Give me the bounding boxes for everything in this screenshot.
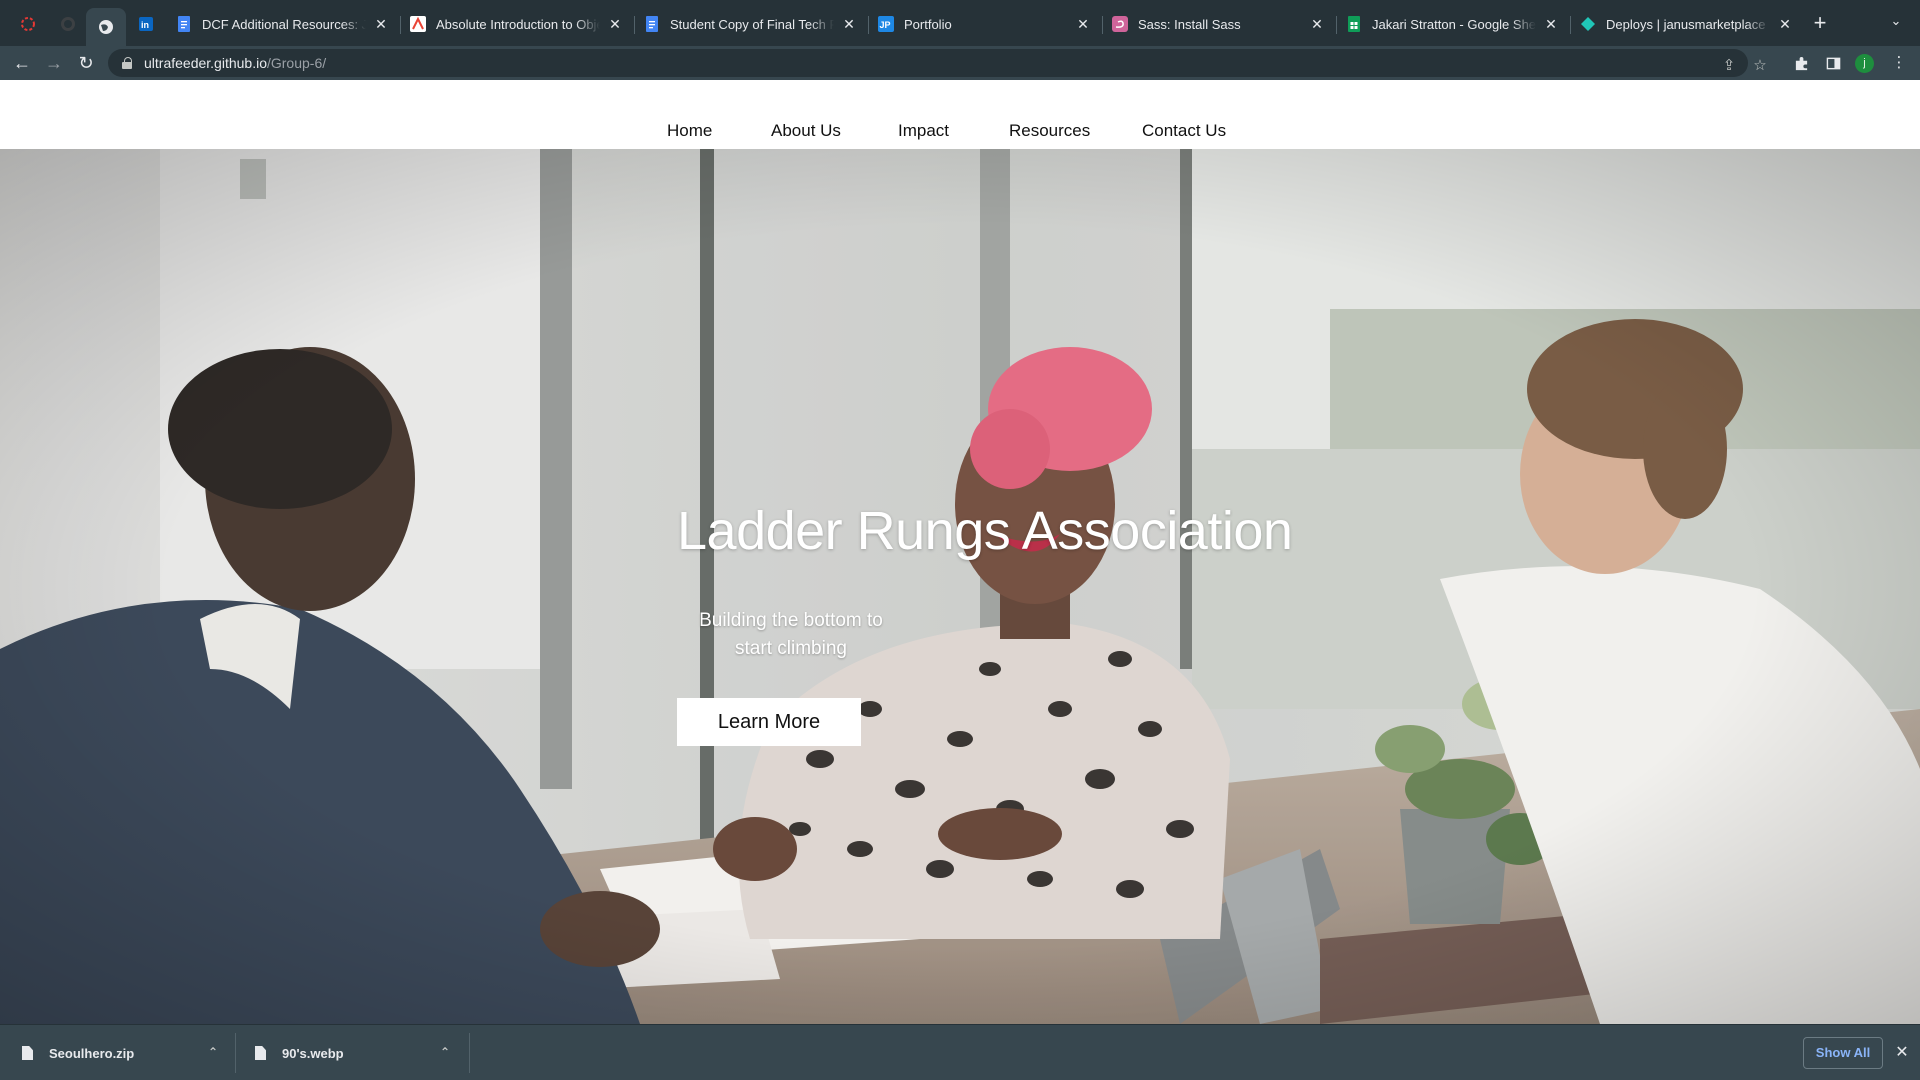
google-docs-icon <box>176 16 192 32</box>
pdf-icon <box>410 16 426 32</box>
close-icon[interactable]: ✕ <box>1892 1041 1912 1065</box>
site-nav: Home About Us Impact Resources Contact U… <box>0 80 1920 149</box>
share-icon[interactable]: ⇪ <box>1715 52 1743 80</box>
pinned-tab-opera[interactable] <box>8 9 48 39</box>
pinned-tab-github[interactable] <box>48 9 88 39</box>
tab-title: Deploys | janusmarketplace <box>1606 16 1766 32</box>
tab-title: Sass: Install Sass <box>1138 16 1241 32</box>
download-filename: Seoulhero.zip <box>49 1045 135 1061</box>
tab-absolute-intro[interactable]: Absolute Introduction to Obje ✕ <box>400 8 634 40</box>
svg-text:in: in <box>141 20 149 30</box>
file-icon <box>22 1046 33 1060</box>
chevron-up-icon[interactable]: ⌃ <box>440 1045 450 1059</box>
pinned-tab-active[interactable] <box>86 8 126 46</box>
nav-contact-us[interactable]: Contact Us <box>1142 121 1226 141</box>
download-item[interactable]: Seoulhero.zip ⌃ <box>22 1025 222 1080</box>
download-item[interactable]: 90's.webp ⌃ <box>255 1025 455 1080</box>
url-path: /Group-6/ <box>266 55 327 71</box>
tab-dcf-resources[interactable]: DCF Additional Resources: Ja ✕ <box>166 8 400 40</box>
kebab-menu-icon[interactable]: ⋮ <box>1885 49 1913 77</box>
tab-title: Student Copy of Final Tech Pr <box>670 16 834 32</box>
tab-student-copy[interactable]: Student Copy of Final Tech Pr ✕ <box>634 8 868 40</box>
show-all-button[interactable]: Show All <box>1803 1037 1883 1069</box>
tab-title: Portfolio <box>904 16 952 32</box>
download-shelf: Seoulhero.zip ⌃ 90's.webp ⌃ Show All ✕ <box>0 1024 1920 1080</box>
tab-close-icon[interactable]: ✕ <box>1542 16 1560 33</box>
lock-icon[interactable] <box>122 57 132 69</box>
learn-more-button[interactable]: Learn More <box>677 698 861 746</box>
jp-icon: JP <box>878 16 894 32</box>
browser-toolbar: ← → ↻ ultrafeeder.github.io/Group-6/ ⇪ ☆… <box>0 46 1920 80</box>
linkedin-icon: in <box>139 17 153 31</box>
side-panel-icon[interactable] <box>1819 49 1847 77</box>
tab-google-sheet[interactable]: Jakari Stratton - Google Shee ✕ <box>1336 8 1570 40</box>
tab-search-chevron-icon[interactable]: ⌄ <box>1884 13 1908 35</box>
nav-impact[interactable]: Impact <box>898 121 949 141</box>
svg-text:JP: JP <box>880 20 891 30</box>
url-host: ultrafeeder.github.io <box>144 55 267 71</box>
download-filename: 90's.webp <box>282 1045 344 1061</box>
new-tab-button[interactable]: + <box>1806 11 1834 37</box>
netlify-icon <box>1580 16 1596 32</box>
tab-title: Jakari Stratton - Google Shee <box>1372 16 1536 32</box>
extensions-puzzle-icon[interactable] <box>1787 49 1815 77</box>
google-sheets-icon <box>1346 16 1362 32</box>
bookmark-star-icon[interactable]: ☆ <box>1746 52 1774 80</box>
reload-icon[interactable]: ↻ <box>72 49 100 77</box>
tab-close-icon[interactable]: ✕ <box>1308 16 1326 33</box>
nav-resources[interactable]: Resources <box>1009 121 1090 141</box>
hero-title: Ladder Rungs Association <box>677 501 1293 561</box>
file-icon <box>255 1046 266 1060</box>
tab-close-icon[interactable]: ✕ <box>1074 16 1092 33</box>
chevron-up-icon[interactable]: ⌃ <box>208 1045 218 1059</box>
opera-red-icon <box>21 17 35 31</box>
back-arrow-icon[interactable]: ← <box>8 49 36 77</box>
google-docs-icon <box>644 16 660 32</box>
sass-icon <box>1112 16 1128 32</box>
nav-about-us[interactable]: About Us <box>771 121 841 141</box>
globe-icon <box>99 20 113 34</box>
browser-tab-strip: in DCF Additional Resources: Ja ✕ Absolu… <box>0 0 1920 46</box>
pinned-tab-linkedin[interactable]: in <box>126 9 166 39</box>
nav-home[interactable]: Home <box>667 121 712 141</box>
tab-title: DCF Additional Resources: Ja <box>202 16 366 32</box>
hero-background-photo <box>0 149 1920 1024</box>
tab-close-icon[interactable]: ✕ <box>1776 16 1794 33</box>
tab-close-icon[interactable]: ✕ <box>840 16 858 33</box>
github-icon <box>61 17 75 31</box>
forward-arrow-icon[interactable]: → <box>40 49 68 77</box>
web-page: Home About Us Impact Resources Contact U… <box>0 80 1920 1024</box>
tab-close-icon[interactable]: ✕ <box>372 16 390 33</box>
tab-portfolio[interactable]: JP Portfolio ✕ <box>868 8 1102 40</box>
tab-sass-install[interactable]: Sass: Install Sass ✕ <box>1102 8 1336 40</box>
hero-subtitle: Building the bottom to start climbing <box>699 610 883 659</box>
tab-title: Absolute Introduction to Obje <box>436 16 600 32</box>
hero-section: Ladder Rungs Association Building the bo… <box>0 149 1920 1024</box>
tab-close-icon[interactable]: ✕ <box>606 16 624 33</box>
profile-avatar[interactable]: j <box>1855 54 1874 73</box>
address-bar[interactable]: ultrafeeder.github.io/Group-6/ ⇪ ☆ <box>108 49 1767 80</box>
tab-netlify-deploys[interactable]: Deploys | janusmarketplace ✕ <box>1570 8 1804 40</box>
